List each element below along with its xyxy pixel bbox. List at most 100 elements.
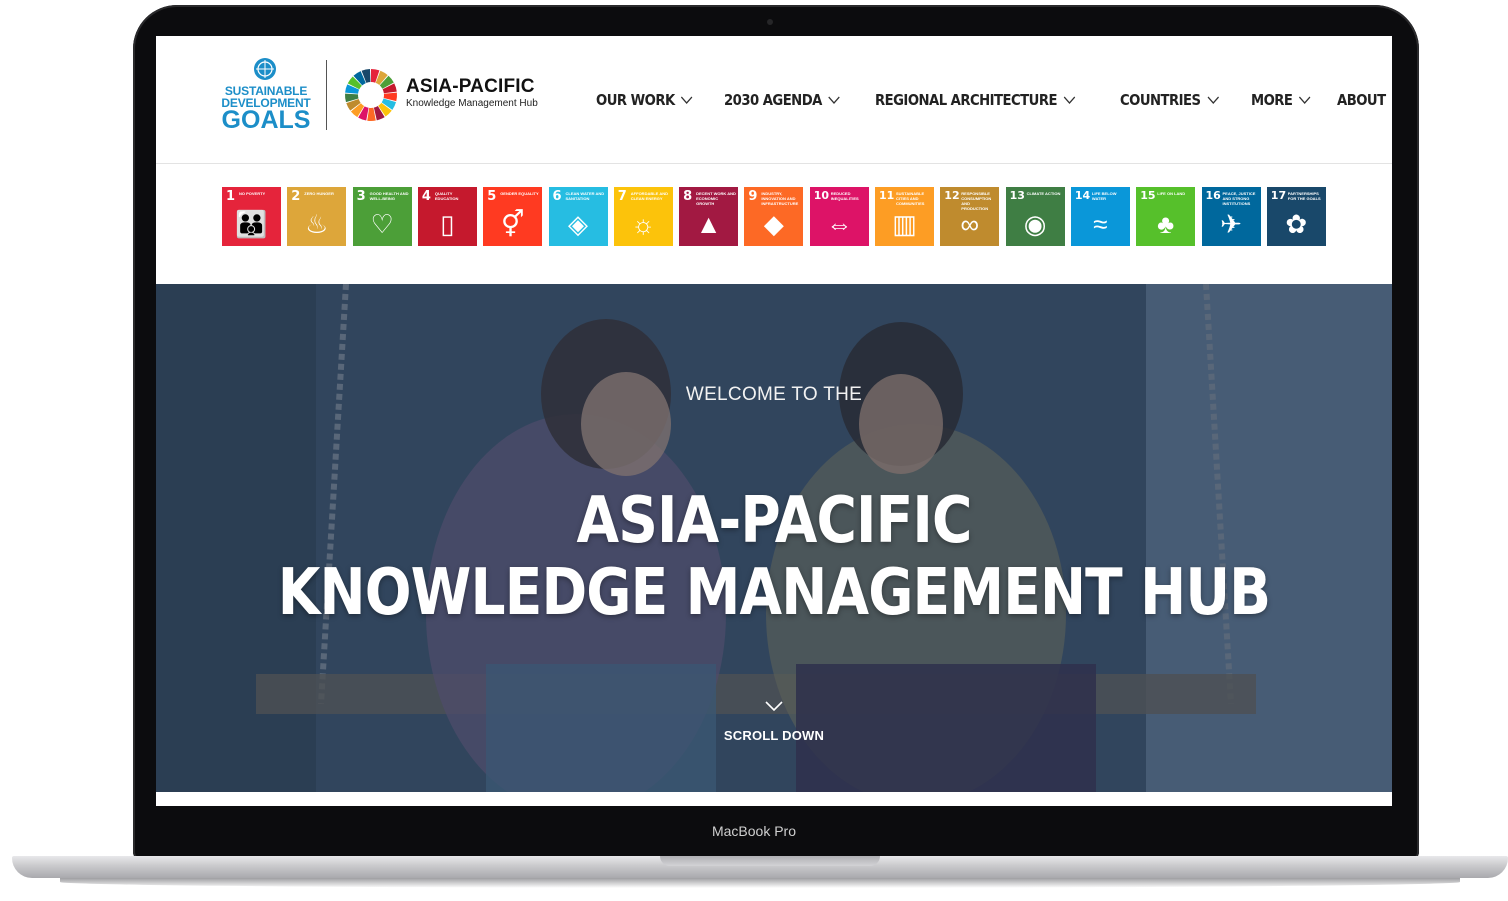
- tree-icon: ♣: [1157, 209, 1175, 239]
- people-icon: 👪: [235, 209, 268, 239]
- sdg-goal-4[interactable]: 4 QUALITY EDUCATION ▯: [417, 187, 477, 246]
- sdg-goal-3[interactable]: 3 GOOD HEALTH AND WELL-BEING ♡: [352, 187, 412, 246]
- sdg-goal-number: 1: [226, 189, 236, 204]
- sdg-goal-number: 15: [1140, 189, 1156, 202]
- nav-label: REGIONAL ARCHITECTURE: [874, 91, 1058, 109]
- city-icon: ▥: [892, 209, 917, 239]
- camera-icon: [767, 19, 773, 25]
- hub-logo-subtitle: Knowledge Management Hub: [406, 98, 538, 109]
- nav-regional-architecture[interactable]: REGIONAL ARCHITECTURE: [875, 88, 1075, 112]
- nav-label: OUR WORK: [596, 91, 675, 109]
- device-label: MacBook Pro: [711, 823, 797, 839]
- sdg-goal-2[interactable]: 2 ZERO HUNGER ♨: [287, 187, 347, 246]
- sdg-goal-number: 8: [683, 189, 693, 204]
- sdg-goal-number: 5: [487, 189, 497, 204]
- sdg-goal-number: 11: [879, 189, 895, 202]
- bowl-icon: ♨: [305, 209, 329, 239]
- sdg-goal-number: 3: [356, 189, 366, 204]
- sdg-goal-label: SUSTAINABLE CITIES AND COMMUNITIES: [896, 191, 925, 206]
- un-emblem-icon: [254, 58, 276, 80]
- sdg-goal-number: 13: [1009, 189, 1025, 202]
- sdg-goal-number: 6: [552, 189, 562, 204]
- sdg-goal-number: 16: [1205, 189, 1221, 202]
- sdg-goal-14[interactable]: 14 LIFE BELOW WATER ≈: [1070, 187, 1130, 246]
- sdg-goal-label: INDUSTRY, INNOVATION AND INFRASTRUCTURE: [761, 191, 799, 206]
- sdg-goal-label: PARTNERSHIPS FOR THE GOALS: [1287, 191, 1321, 201]
- growth-icon: ▲: [695, 209, 722, 239]
- sdg-goal-number: 2: [291, 189, 301, 204]
- gender-icon: ⚥: [500, 209, 525, 239]
- hero-title-line2: KNOWLEDGE MANAGEMENT HUB: [277, 556, 1271, 630]
- water-icon: ◈: [568, 209, 588, 239]
- sdg-wheel-icon[interactable]: [344, 68, 398, 122]
- sdg-goal-5[interactable]: 5 GENDER EQUALITY ⚥: [483, 187, 543, 246]
- nav-our-work[interactable]: OUR WORK: [596, 88, 693, 112]
- sdg-goal-number: 12: [944, 189, 960, 202]
- equality-icon: ⇔: [826, 209, 853, 239]
- main-nav: OUR WORK 2030 AGENDA REGIONAL ARCHITECTU…: [596, 88, 1392, 112]
- sdg-goal-8[interactable]: 8 DECENT WORK AND ECONOMIC GROWTH ▲: [679, 187, 739, 246]
- sdg-goal-label: RESPONSIBLE CONSUMPTION AND PRODUCTION: [961, 191, 992, 211]
- sdg-goal-15[interactable]: 15 LIFE ON LAND ♣: [1136, 187, 1196, 246]
- sdg-goal-1[interactable]: 1 NO POVERTY 👪: [222, 187, 281, 246]
- hub-logo-title[interactable]: ASIA-PACIFIC: [406, 76, 535, 98]
- sdg-goal-number: 9: [748, 189, 758, 204]
- site-header: SUSTAINABLE DEVELOPMENT GOALS ASIA-PACIF…: [156, 36, 1392, 164]
- chevron-down-icon: [1207, 96, 1219, 104]
- sdg-goal-13[interactable]: 13 CLIMATE ACTION ◉: [1005, 187, 1065, 246]
- nav-label: 2030 AGENDA: [724, 91, 823, 109]
- flower-icon: ✿: [1285, 209, 1308, 239]
- chevron-down-icon: [828, 96, 841, 104]
- sdg-goal-7[interactable]: 7 AFFORDABLE AND CLEAN ENERGY ☼: [613, 187, 673, 246]
- nav-countries[interactable]: COUNTRIES: [1120, 88, 1219, 112]
- sdg-goal-label: PEACE, JUSTICE AND STRONG INSTITUTIONS: [1222, 191, 1256, 206]
- chevron-down-icon: [681, 96, 693, 104]
- sdg-goal-label: AFFORDABLE AND CLEAN ENERGY: [630, 191, 668, 201]
- hero-banner: WELCOME TO THE ASIA-PACIFIC KNOWLEDGE MA…: [156, 284, 1392, 792]
- scroll-down-link[interactable]: SCROLL DOWN: [156, 728, 1392, 743]
- heartbeat-icon: ♡: [370, 209, 394, 239]
- sdg-goal-6[interactable]: 6 CLEAN WATER AND SANITATION ◈: [548, 187, 608, 246]
- sdg-goal-label: CLEAN WATER AND SANITATION: [565, 191, 605, 201]
- sdg-goal-label: DECENT WORK AND ECONOMIC GROWTH: [696, 191, 736, 206]
- sdg-goal-9[interactable]: 9 INDUSTRY, INNOVATION AND INFRASTRUCTURE…: [744, 187, 804, 246]
- chevron-down-icon: [1063, 96, 1075, 104]
- sdg-logo-line3: GOALS: [221, 106, 311, 134]
- sdg-goal-label: GENDER EQUALITY: [500, 191, 539, 196]
- dove-icon: ✈: [1220, 209, 1242, 239]
- page-bottom-strip: [156, 792, 1392, 806]
- nav-about[interactable]: ABOUT: [1337, 88, 1392, 112]
- sdg-goal-number: 7: [617, 189, 627, 204]
- browser-screen: SUSTAINABLE DEVELOPMENT GOALS ASIA-PACIF…: [156, 36, 1392, 806]
- sdg-goal-number: 4: [421, 189, 431, 204]
- nav-more[interactable]: MORE: [1251, 88, 1311, 112]
- sdg-goal-number: 14: [1074, 189, 1091, 202]
- nav-label: ABOUT: [1336, 91, 1386, 109]
- hero-welcome-text: WELCOME TO THE: [685, 384, 863, 405]
- sdg-goal-12[interactable]: 12 RESPONSIBLE CONSUMPTION AND PRODUCTION…: [940, 187, 1000, 246]
- fish-icon: ≈: [1093, 209, 1108, 239]
- book-icon: ▯: [440, 209, 455, 239]
- scroll-down-chevron-icon[interactable]: [764, 700, 784, 712]
- nav-label: COUNTRIES: [1120, 91, 1201, 109]
- sun-icon: ☼: [631, 209, 656, 239]
- laptop-notch: [660, 856, 880, 866]
- sdg-goal-10[interactable]: 10 REDUCED INEQUALITIES ⇔: [809, 187, 869, 246]
- eye-icon: ◉: [1023, 209, 1047, 239]
- sdg-goal-16[interactable]: 16 PEACE, JUSTICE AND STRONG INSTITUTIONS…: [1201, 187, 1261, 246]
- sdg-goal-label: LIFE ON LAND: [1157, 191, 1186, 196]
- sdg-goal-11[interactable]: 11 SUSTAINABLE CITIES AND COMMUNITIES ▥: [875, 187, 934, 246]
- sdg-goal-17[interactable]: 17 PARTNERSHIPS FOR THE GOALS ✿: [1266, 187, 1326, 246]
- infinity-icon: ∞: [960, 209, 980, 239]
- sdg-logo[interactable]: SUSTAINABLE DEVELOPMENT GOALS: [220, 56, 312, 136]
- hero-title-line1: ASIA-PACIFIC: [576, 484, 972, 558]
- sdg-goal-label: LIFE BELOW WATER: [1091, 191, 1117, 201]
- sdg-goal-label: NO POVERTY: [239, 191, 266, 196]
- nav-2030-agenda[interactable]: 2030 AGENDA: [724, 88, 841, 112]
- sdg-goal-label: REDUCED INEQUALITIES: [830, 191, 859, 201]
- chevron-down-icon: [1298, 96, 1311, 104]
- sdg-goal-number: 10: [813, 189, 829, 202]
- nav-label: MORE: [1250, 91, 1293, 109]
- sdg-goal-number: 17: [1270, 189, 1287, 202]
- logo-divider: [326, 60, 327, 130]
